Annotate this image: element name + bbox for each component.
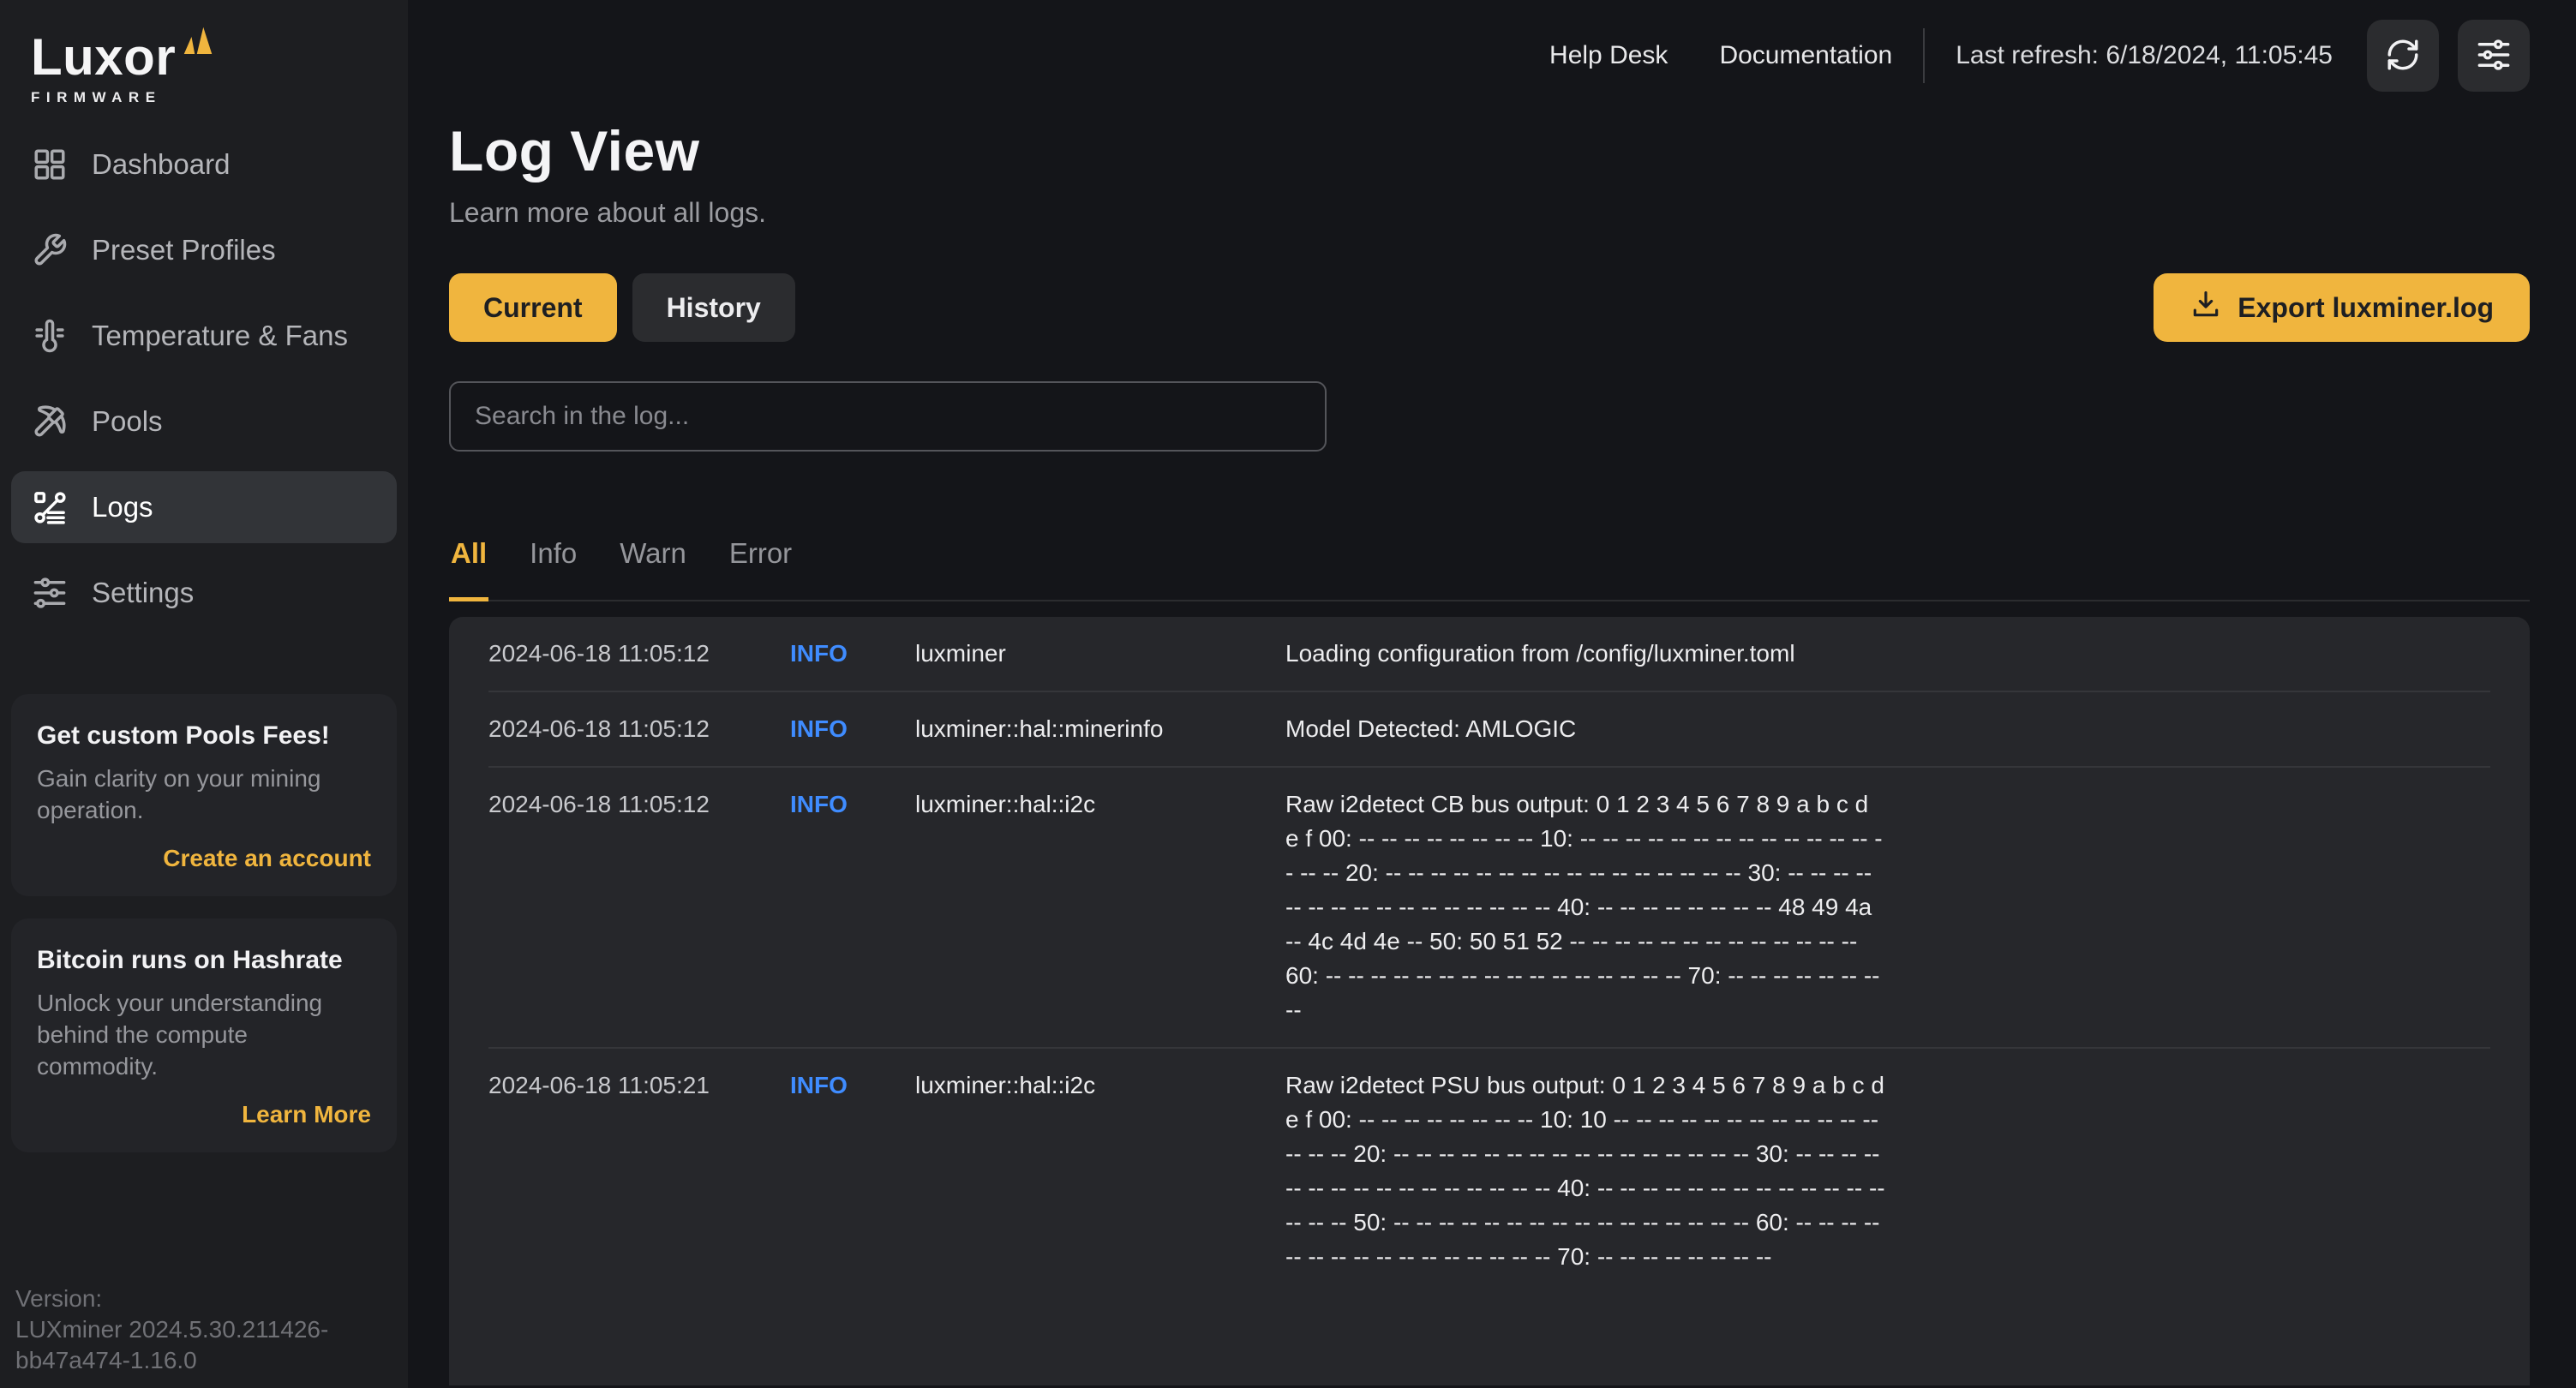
version-info: Version: LUXminer 2024.5.30.211426-bb47a…	[15, 1283, 398, 1376]
view-tabs: Current History	[449, 273, 795, 342]
log-message: Loading configuration from /config/luxmi…	[1285, 640, 1795, 667]
log-search-input[interactable]	[449, 381, 1327, 452]
log-level: INFO	[790, 715, 848, 742]
brand-mark-icon	[179, 24, 217, 63]
sidebar-item-dashboard[interactable]: Dashboard	[11, 129, 397, 200]
page-subtitle: Learn more about all logs.	[449, 197, 766, 228]
sidebar-item-label: Temperature & Fans	[92, 320, 348, 351]
log-level: INFO	[790, 640, 848, 667]
topbar-divider	[1923, 28, 1926, 83]
logs-flow-icon	[32, 489, 68, 525]
sidebar-item-preset-profiles[interactable]: Preset Profiles	[11, 214, 397, 286]
sidebar-item-logs[interactable]: Logs	[11, 471, 397, 543]
promo-body: Gain clarity on your mining operation.	[37, 765, 321, 823]
promo-body: Unlock your understanding behind the com…	[37, 990, 323, 1080]
log-level-filter-tabs: All Info Warn Error	[449, 537, 2530, 601]
log-level: INFO	[790, 791, 848, 817]
download-icon	[2190, 288, 2222, 327]
log-row: 2024-06-18 11:05:21 INFO luxminer::hal::i2…	[488, 1049, 2490, 1294]
log-row: 2024-06-18 11:05:12 INFO luxminer::hal::i2…	[488, 768, 2490, 1049]
log-message: Raw i2detect CB bus output: 0 1 2 3 4 5 …	[1285, 791, 1883, 1023]
log-source: luxminer::hal::i2c	[915, 1072, 1096, 1098]
actions-row: Current History Export luxminer.log	[449, 273, 2530, 342]
help-desk-link[interactable]: Help Desk	[1549, 41, 1668, 70]
sliders-icon	[32, 575, 68, 611]
export-log-button[interactable]: Export luxminer.log	[2154, 273, 2530, 342]
page-title: Log View	[449, 119, 700, 182]
topbar: Help Desk Documentation Last refresh: 6/1…	[449, 0, 2530, 111]
log-timestamp: 2024-06-18 11:05:21	[488, 1072, 710, 1098]
brand-name: Luxor	[31, 28, 177, 86]
log-row: 2024-06-18 11:05:12 INFO luxminer::hal::mi…	[488, 692, 2490, 768]
sidebar-item-settings[interactable]: Settings	[11, 557, 397, 629]
brand-logo: Luxor FIRMWARE	[0, 0, 408, 106]
filter-tab-warn[interactable]: Warn	[618, 537, 688, 601]
sidebar-item-label: Dashboard	[92, 148, 231, 180]
log-level: INFO	[790, 1072, 848, 1098]
main-content: Help Desk Documentation Last refresh: 6/1…	[408, 0, 2576, 1388]
sidebar-nav: Dashboard Preset Profiles Temperature & Fa…	[0, 129, 408, 629]
log-message: Model Detected: AMLOGIC	[1285, 715, 1577, 742]
filter-tab-error[interactable]: Error	[728, 537, 794, 601]
display-settings-button[interactable]	[2458, 20, 2530, 92]
grid-icon	[32, 147, 68, 182]
sidebar-item-label: Preset Profiles	[92, 234, 276, 266]
version-label: Version:	[15, 1285, 103, 1312]
wrench-icon	[32, 232, 68, 268]
brand-sub: FIRMWARE	[31, 89, 162, 105]
promo-card-get-custom-pools-fees: Get custom Pools Fees! Gain clarity on yo…	[11, 694, 397, 896]
sidebar-item-label: Pools	[92, 405, 163, 437]
promo-title: Get custom Pools Fees!	[37, 721, 330, 750]
log-timestamp: 2024-06-18 11:05:12	[488, 791, 710, 817]
thermometer-icon	[32, 318, 68, 354]
log-source: luxminer::hal::i2c	[915, 791, 1096, 817]
pickaxe-icon	[32, 404, 68, 440]
sidebar-item-label: Logs	[92, 491, 153, 523]
promo-cards: Get custom Pools Fees! Gain clarity on yo…	[0, 694, 408, 1152]
promo-title: Bitcoin runs on Hashrate	[37, 946, 343, 974]
tab-current[interactable]: Current	[449, 273, 617, 342]
refresh-button[interactable]	[2367, 20, 2439, 92]
sidebar-item-pools[interactable]: Pools	[11, 386, 397, 458]
sidebar-item-temperature-fans[interactable]: Temperature & Fans	[11, 300, 397, 372]
filter-sliders-icon	[2476, 37, 2512, 75]
log-source: luxminer	[915, 640, 1006, 667]
sidebar-item-label: Settings	[92, 577, 195, 608]
refresh-icon	[2385, 37, 2421, 75]
filter-tab-all[interactable]: All	[449, 537, 489, 601]
log-timestamp: 2024-06-18 11:05:12	[488, 715, 710, 742]
log-timestamp: 2024-06-18 11:05:12	[488, 640, 710, 667]
last-refresh-text: Last refresh: 6/18/2024, 11:05:45	[1956, 41, 2333, 69]
log-source: luxminer::hal::minerinfo	[915, 715, 1164, 742]
promo-cta-create-an-account[interactable]: Create an account	[37, 845, 371, 872]
log-message: Raw i2detect PSU bus output: 0 1 2 3 4 5…	[1285, 1072, 1885, 1270]
promo-card-bitcoin-runs-on-hashrate: Bitcoin runs on Hashrate Unlock your unde…	[11, 918, 397, 1152]
documentation-link[interactable]: Documentation	[1719, 41, 1892, 70]
filter-tab-info[interactable]: Info	[528, 537, 578, 601]
log-table[interactable]: 2024-06-18 11:05:12 INFO luxminer Loading c…	[449, 617, 2530, 1385]
export-log-label: Export luxminer.log	[2238, 291, 2494, 323]
sidebar: Luxor FIRMWARE Dashboard Preset Profiles T…	[0, 0, 408, 1388]
log-row: 2024-06-18 11:05:12 INFO luxminer Loading c…	[488, 617, 2490, 692]
version-value: LUXminer 2024.5.30.211426-bb47a474-1.16.…	[15, 1316, 329, 1373]
tab-history[interactable]: History	[632, 273, 795, 342]
app-window: Luxor FIRMWARE Dashboard Preset Profiles T…	[0, 0, 2576, 1388]
promo-cta-learn-more[interactable]: Learn More	[37, 1101, 371, 1128]
topbar-links: Help Desk Documentation	[1549, 41, 1892, 70]
